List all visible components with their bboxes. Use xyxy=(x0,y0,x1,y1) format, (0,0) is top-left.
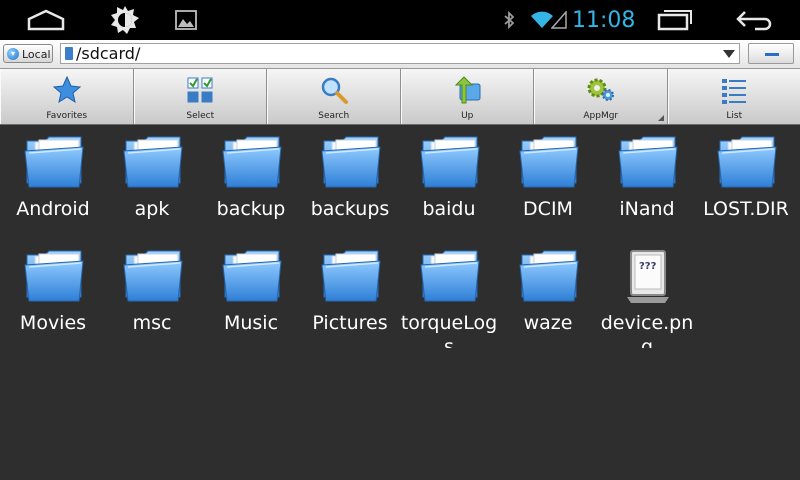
folder-item[interactable]: Movies xyxy=(3,239,103,349)
folder-item[interactable]: msc xyxy=(102,239,202,349)
folder-up-icon xyxy=(455,76,481,104)
magnifier-icon xyxy=(321,77,348,104)
folder-icon xyxy=(419,247,481,305)
folder-icon xyxy=(320,247,382,305)
folder-icon xyxy=(617,133,679,191)
file-item[interactable]: ??? device.png xyxy=(597,239,697,349)
folder-item[interactable]: LOST.DIR xyxy=(696,125,796,235)
up-button[interactable]: Up xyxy=(400,69,534,124)
local-button[interactable]: ▾ Local xyxy=(3,44,53,63)
star-icon xyxy=(52,75,81,104)
file-name: baidu xyxy=(422,198,476,220)
file-name: waze xyxy=(523,312,573,334)
select-label: Select xyxy=(186,111,215,121)
appmgr-button[interactable]: AppMgr xyxy=(534,69,668,124)
file-name: msc xyxy=(132,312,172,334)
file-name: DCIM xyxy=(523,198,573,220)
select-button[interactable]: Select xyxy=(133,69,267,124)
file-name: device.png xyxy=(600,312,694,348)
local-globe-icon: ▾ xyxy=(7,48,19,60)
up-label: Up xyxy=(461,111,474,121)
address-bar: ▾ Local /sdcard/ xyxy=(0,40,800,69)
folder-icon xyxy=(716,133,778,191)
folder-icon xyxy=(23,133,85,191)
bluetooth-icon xyxy=(501,0,517,40)
file-name: LOST.DIR xyxy=(703,198,789,220)
chevron-down-icon[interactable] xyxy=(723,50,735,58)
file-name: backups xyxy=(310,198,390,220)
recent-apps-icon[interactable] xyxy=(656,0,694,40)
minus-icon xyxy=(765,53,779,56)
file-name: iNand xyxy=(619,198,675,220)
file-name: Pictures xyxy=(312,312,388,334)
folder-item[interactable]: waze xyxy=(498,239,598,349)
folder-item[interactable]: Pictures xyxy=(300,239,400,349)
path-text: /sdcard/ xyxy=(76,44,141,63)
local-label: Local xyxy=(22,48,51,61)
svg-text:???: ??? xyxy=(639,261,657,272)
path-field[interactable]: /sdcard/ xyxy=(60,43,740,64)
file-name: Music xyxy=(223,312,279,334)
folder-item[interactable]: backup xyxy=(201,125,301,235)
file-name: Movies xyxy=(19,312,87,334)
gallery-icon[interactable] xyxy=(173,0,199,40)
folder-icon xyxy=(320,133,382,191)
list-label: List xyxy=(726,111,743,121)
folder-icon xyxy=(23,247,85,305)
file-grid: Android apk backup backups baidu DCIM iN… xyxy=(0,125,800,480)
toolbar: Favorites Select Search Up AppMgr List xyxy=(0,69,800,125)
folder-icon xyxy=(122,133,184,191)
back-icon[interactable] xyxy=(734,0,774,40)
folder-icon xyxy=(221,247,283,305)
list-button[interactable]: List xyxy=(667,69,800,124)
folder-item[interactable]: apk xyxy=(102,125,202,235)
folder-icon xyxy=(221,133,283,191)
search-label: Search xyxy=(318,111,350,121)
folder-icon xyxy=(518,247,580,305)
select-grid-icon xyxy=(187,77,213,103)
home-icon[interactable] xyxy=(26,0,66,40)
folder-item[interactable]: iNand xyxy=(597,125,697,235)
unknown-file-icon: ??? xyxy=(627,250,669,303)
file-name: torqueLogs xyxy=(400,312,498,348)
favorites-label: Favorites xyxy=(46,111,88,121)
search-button[interactable]: Search xyxy=(267,69,401,124)
folder-item[interactable]: Music xyxy=(201,239,301,349)
sdcard-icon xyxy=(65,47,73,60)
appmgr-label: AppMgr xyxy=(583,111,619,121)
folder-item[interactable]: torqueLogs xyxy=(399,239,499,349)
signal-icon xyxy=(550,0,568,40)
collapse-button[interactable] xyxy=(748,43,794,64)
file-name: apk xyxy=(134,198,170,220)
folder-item[interactable]: DCIM xyxy=(498,125,598,235)
folder-item[interactable]: baidu xyxy=(399,125,499,235)
folder-item[interactable]: backups xyxy=(300,125,400,235)
status-bar: 11:08 xyxy=(0,0,800,40)
brightness-icon[interactable] xyxy=(108,0,142,40)
favorites-button[interactable]: Favorites xyxy=(0,69,134,124)
folder-icon xyxy=(122,247,184,305)
file-name: backup xyxy=(216,198,286,220)
list-icon xyxy=(722,79,747,104)
folder-icon xyxy=(419,133,481,191)
more-corner-icon xyxy=(657,115,664,121)
folder-icon xyxy=(518,133,580,191)
clock: 11:08 xyxy=(572,8,636,33)
gears-icon xyxy=(587,78,614,101)
folder-item[interactable]: Android xyxy=(3,125,103,235)
file-name: Android xyxy=(16,198,90,220)
